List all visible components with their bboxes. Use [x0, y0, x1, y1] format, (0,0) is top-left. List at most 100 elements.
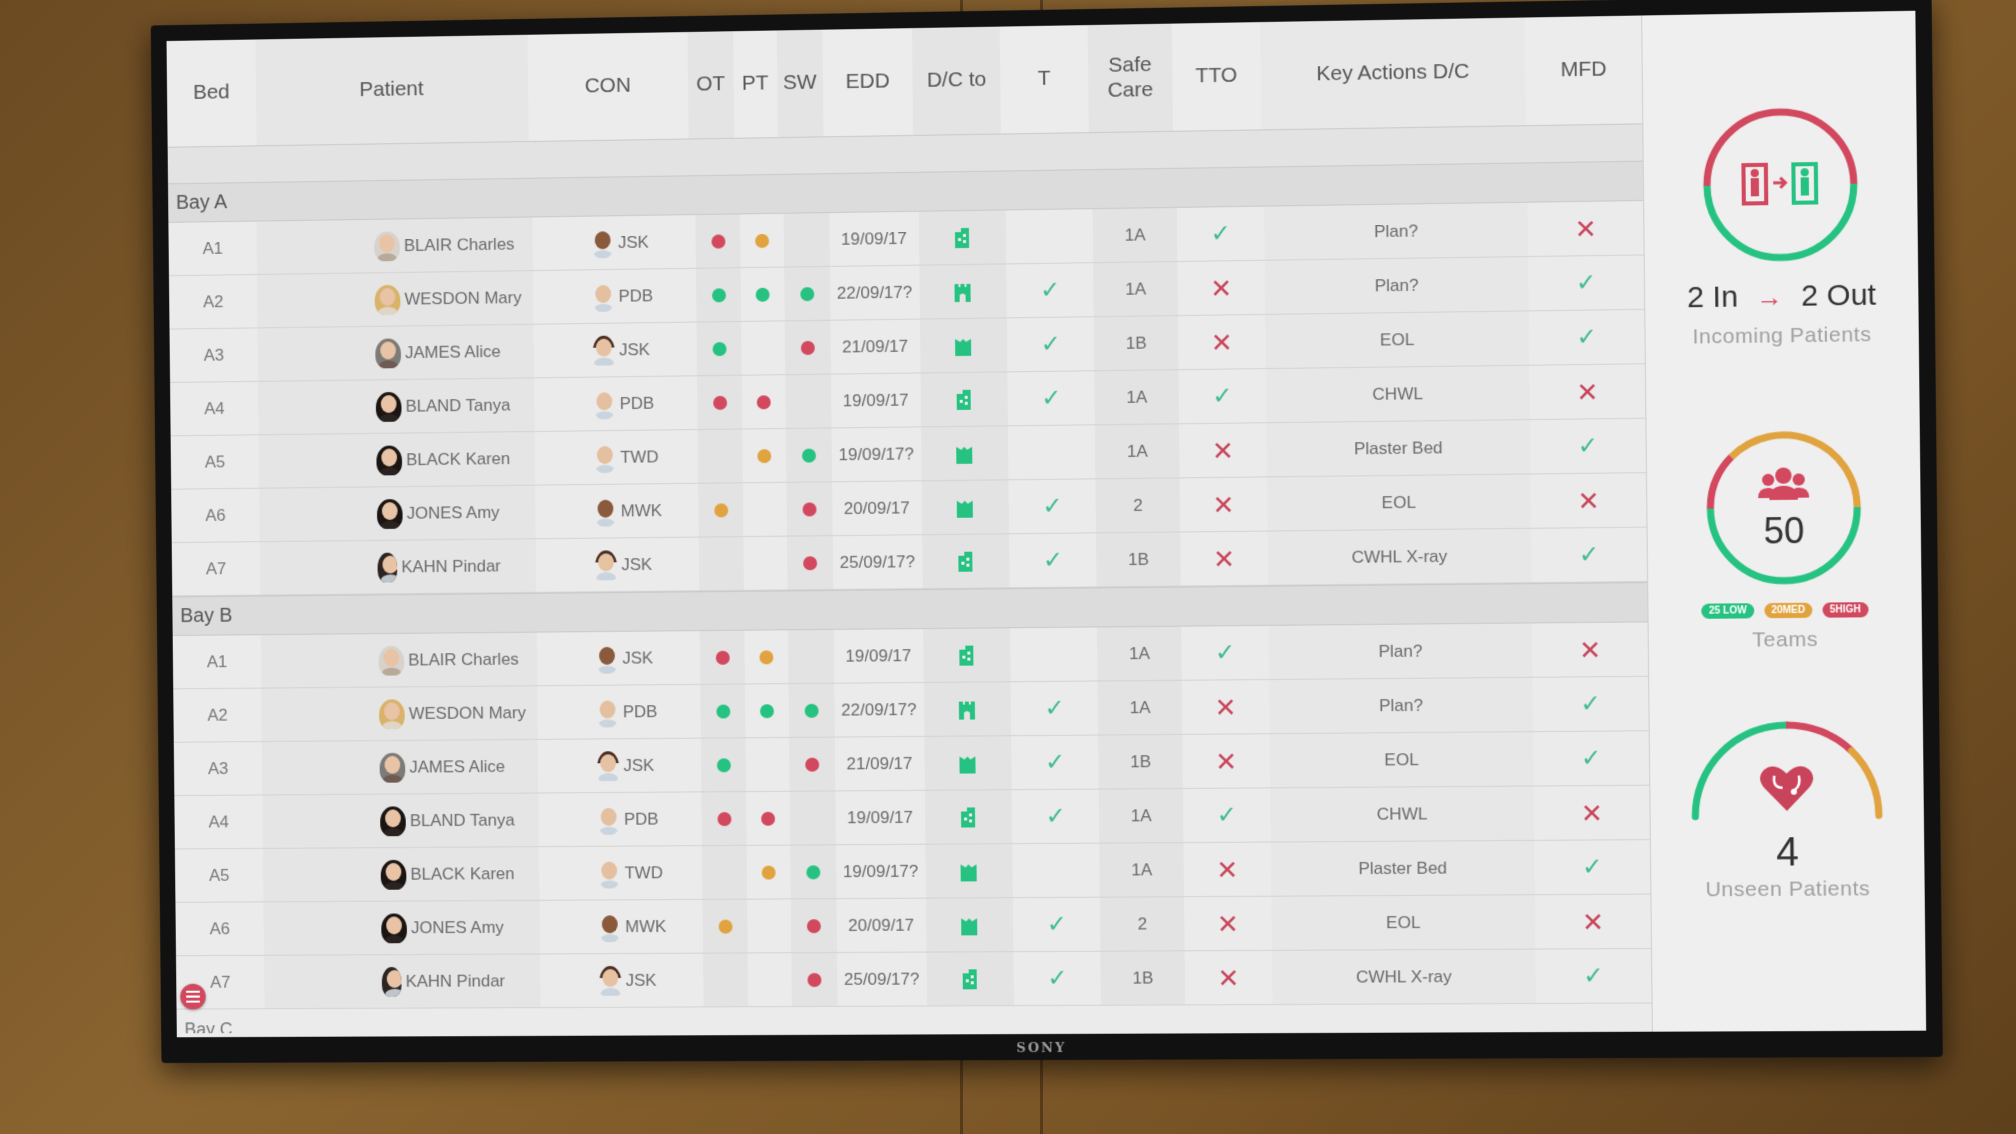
consultant-cell[interactable]: JSK — [538, 739, 701, 793]
consultant-cell[interactable]: TWD — [535, 430, 698, 485]
team-pill[interactable]: 25 LOW — [1701, 603, 1754, 619]
safe-care-cell[interactable]: 2 — [1100, 897, 1184, 951]
team-pill[interactable]: 20MED — [1764, 602, 1813, 619]
patient-cell[interactable]: BLAND Tanya — [258, 378, 535, 434]
ot-cell[interactable] — [701, 738, 747, 791]
mfd-cell[interactable]: ✕ — [1530, 473, 1646, 528]
pt-cell[interactable] — [746, 792, 790, 845]
sw-cell[interactable] — [791, 899, 837, 952]
edd-cell[interactable]: 19/09/17 — [829, 212, 919, 266]
ot-cell[interactable] — [697, 376, 743, 429]
t-cell[interactable]: ✓ — [1006, 263, 1094, 317]
patient-cell[interactable]: WESDON Mary — [257, 271, 534, 327]
header-t[interactable]: T — [1000, 25, 1089, 133]
patient-cell[interactable]: WESDON Mary — [261, 686, 538, 741]
tto-cell[interactable]: ✓ — [1177, 207, 1265, 261]
safe-care-cell[interactable]: 1A — [1097, 627, 1181, 681]
consultant-cell[interactable]: PDB — [538, 685, 701, 739]
ot-cell[interactable] — [700, 631, 746, 684]
dc-to-cell[interactable] — [925, 844, 1013, 897]
sw-cell[interactable] — [786, 428, 832, 481]
safe-care-cell[interactable]: 1A — [1099, 789, 1183, 843]
ot-cell[interactable] — [696, 322, 742, 375]
patient-cell[interactable]: JONES Amy — [259, 486, 536, 542]
dc-to-cell[interactable] — [926, 952, 1014, 1005]
edd-cell[interactable]: 19/09/17? — [836, 845, 926, 898]
patient-cell[interactable]: BLAIR Charles — [257, 217, 534, 274]
header-ot[interactable]: OT — [687, 31, 734, 138]
pt-cell[interactable] — [740, 214, 784, 267]
tto-cell[interactable]: ✕ — [1184, 951, 1272, 1005]
header-bed[interactable]: Bed — [167, 39, 257, 146]
safe-care-cell[interactable]: 1A — [1100, 843, 1184, 897]
pt-cell[interactable] — [741, 321, 785, 374]
edd-cell[interactable]: 21/09/17 — [830, 320, 920, 374]
patient-cell[interactable]: JAMES Alice — [258, 325, 535, 381]
header-mfd[interactable]: MFD — [1525, 15, 1642, 125]
tto-cell[interactable]: ✕ — [1184, 897, 1272, 951]
tto-cell[interactable]: ✕ — [1178, 315, 1266, 369]
ot-cell[interactable] — [696, 268, 742, 321]
consultant-cell[interactable]: TWD — [539, 846, 702, 900]
consultant-cell[interactable]: JSK — [536, 538, 699, 592]
dc-to-cell[interactable] — [921, 426, 1009, 480]
mfd-cell[interactable]: ✓ — [1528, 255, 1644, 310]
t-cell[interactable]: ✓ — [1013, 952, 1101, 1005]
mfd-cell[interactable]: ✕ — [1529, 364, 1645, 419]
consultant-cell[interactable]: PDB — [533, 269, 696, 324]
key-action-cell[interactable]: CHWL — [1270, 787, 1534, 842]
tto-cell[interactable]: ✕ — [1182, 734, 1270, 788]
tto-cell[interactable]: ✕ — [1182, 680, 1270, 734]
team-pill[interactable]: 5HIGH — [1822, 602, 1869, 618]
dc-to-cell[interactable] — [924, 682, 1012, 736]
pt-cell[interactable] — [748, 899, 792, 952]
dc-to-cell[interactable] — [919, 264, 1007, 318]
ot-cell[interactable] — [701, 792, 747, 845]
safe-care-cell[interactable]: 1A — [1098, 681, 1182, 735]
edd-cell[interactable]: 25/09/17? — [832, 535, 922, 589]
t-cell[interactable]: ✓ — [1011, 736, 1099, 790]
edd-cell[interactable]: 22/09/17? — [829, 266, 919, 320]
dc-to-cell[interactable] — [923, 628, 1011, 682]
mfd-cell[interactable]: ✓ — [1529, 310, 1645, 365]
sw-cell[interactable] — [789, 684, 835, 737]
key-action-cell[interactable]: Plaster Bed — [1267, 420, 1531, 476]
edd-cell[interactable]: 20/09/17 — [832, 481, 922, 535]
t-cell[interactable]: ✓ — [1009, 533, 1097, 587]
mfd-cell[interactable]: ✓ — [1533, 677, 1649, 731]
consultant-cell[interactable]: JSK — [534, 323, 697, 378]
tto-cell[interactable]: ✕ — [1183, 843, 1271, 897]
t-cell[interactable]: ✓ — [1012, 790, 1100, 844]
edd-cell[interactable]: 19/09/17 — [833, 629, 923, 683]
key-action-cell[interactable]: EOL — [1267, 474, 1531, 530]
t-cell[interactable]: ✓ — [1007, 317, 1095, 371]
key-action-cell[interactable]: Plan? — [1269, 678, 1533, 733]
safe-care-cell[interactable]: 1B — [1094, 316, 1178, 370]
pt-cell[interactable] — [743, 429, 787, 482]
consultant-cell[interactable]: JSK — [533, 215, 696, 270]
safe-care-cell[interactable]: 1B — [1096, 532, 1180, 586]
tto-cell[interactable]: ✓ — [1178, 369, 1266, 423]
dc-to-cell[interactable] — [924, 736, 1012, 790]
header-dc-to[interactable]: D/C to — [912, 27, 1001, 135]
mfd-cell[interactable]: ✕ — [1535, 895, 1651, 949]
ot-cell[interactable] — [698, 483, 744, 536]
dc-to-cell[interactable] — [926, 898, 1014, 951]
consultant-cell[interactable]: JSK — [537, 631, 700, 685]
header-safe-care[interactable]: Safe Care — [1088, 24, 1173, 133]
safe-care-cell[interactable]: 1A — [1093, 208, 1177, 262]
sw-cell[interactable] — [784, 267, 830, 320]
incoming-patients-widget[interactable]: 2 In → 2 Out Incoming Patients — [1643, 102, 1919, 350]
pt-cell[interactable] — [745, 630, 789, 683]
patient-cell[interactable]: KAHN Pindar — [260, 539, 537, 594]
sw-cell[interactable] — [785, 375, 831, 428]
patient-row[interactable]: A5 BLACK Karen TWD 19/09/17? 1A ✕ Plaste… — [174, 840, 1651, 903]
pt-cell[interactable] — [741, 268, 785, 321]
safe-care-cell[interactable]: 1B — [1098, 735, 1182, 789]
dc-to-cell[interactable] — [921, 480, 1009, 534]
header-key-actions[interactable]: Key Actions D/C — [1260, 18, 1526, 130]
t-cell[interactable] — [1006, 209, 1094, 263]
header-con[interactable]: CON — [527, 32, 688, 141]
edd-cell[interactable]: 22/09/17? — [834, 683, 924, 737]
ot-cell[interactable] — [695, 214, 741, 267]
